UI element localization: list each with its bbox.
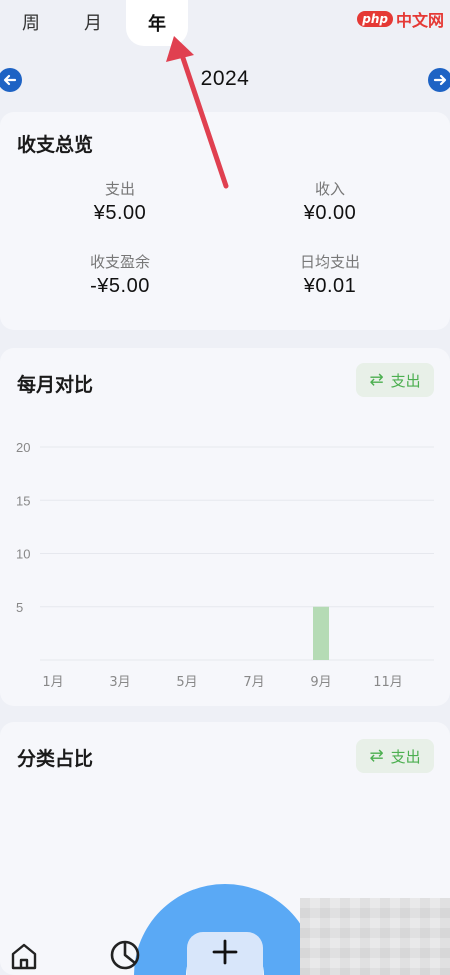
nav-add-button[interactable] — [187, 932, 263, 975]
tab-year[interactable]: 年 — [126, 0, 188, 46]
year-navigator: 2024 — [0, 62, 450, 98]
summary-card: 收支总览 支出 ¥5.00 收入 ¥0.00 收支盈余 -¥5.00 日均支出 … — [0, 112, 450, 330]
plus-icon — [212, 939, 238, 965]
year-label: 2024 — [200, 67, 250, 90]
pie-chart-icon — [110, 940, 140, 970]
watermark-text: 中文网 — [395, 11, 444, 30]
y-tick-label: 5 — [16, 600, 23, 615]
income-label: 收入 — [314, 180, 345, 198]
page: 周 月 年 php 中文网 2024 收支总览 支出 ¥5.00 收入 ¥0.0… — [0, 0, 450, 975]
tab-month[interactable]: 月 — [62, 0, 124, 44]
x-tick-label: 1月 — [42, 675, 63, 690]
x-tick-label: 9月 — [310, 675, 331, 690]
arrow-right-icon — [433, 74, 447, 86]
daily-avg-label: 日均支出 — [299, 253, 360, 271]
mosaic-overlay — [300, 898, 450, 975]
watermark-badge: php — [357, 11, 393, 27]
nav-stats-button[interactable] — [108, 938, 142, 975]
y-tick-label: 15 — [16, 493, 30, 508]
income-value: ¥0.00 — [303, 202, 357, 224]
daily-avg-value: ¥0.01 — [303, 275, 357, 297]
summary-title: 收支总览 — [17, 134, 94, 156]
expense-value: ¥5.00 — [93, 202, 147, 224]
tab-week[interactable]: 周 — [0, 0, 62, 44]
surplus-value: -¥5.00 — [90, 275, 150, 297]
x-tick-label: 5月 — [176, 675, 197, 690]
x-tick-label: 3月 — [109, 675, 130, 690]
surplus-label: 收支盈余 — [89, 253, 150, 271]
home-icon — [11, 943, 37, 970]
nav-home-button[interactable] — [8, 940, 40, 975]
monthly-comparison-card: 每月对比 ⇄ 支出 5 10 15 20 1月 3月 5月 7月 9月 11月 — [0, 348, 450, 706]
x-tick-label: 7月 — [243, 675, 264, 690]
y-tick-label: 20 — [16, 440, 30, 455]
y-tick-label: 10 — [16, 547, 30, 562]
period-tabs: 周 月 年 — [0, 0, 200, 46]
expense-label: 支出 — [104, 180, 135, 198]
monthly-bar-chart: 5 10 15 20 1月 3月 5月 7月 9月 11月 — [16, 440, 434, 690]
watermark-logo: php 中文网 — [357, 6, 444, 32]
next-year-button[interactable] — [428, 68, 450, 92]
x-tick-label: 11月 — [373, 675, 403, 690]
bar-9月[interactable] — [313, 606, 329, 660]
